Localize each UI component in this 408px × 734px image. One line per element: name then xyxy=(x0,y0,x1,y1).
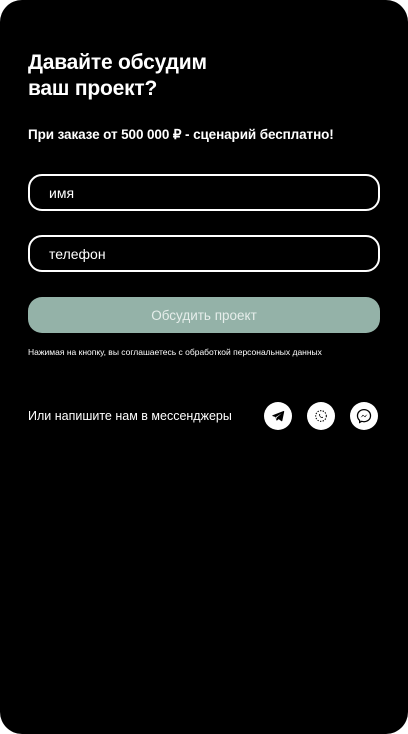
telegram-button[interactable] xyxy=(264,402,292,430)
messengers-row: Или напишите нам в мессенджеры xyxy=(28,402,380,430)
messenger-icon xyxy=(356,408,372,424)
name-input[interactable] xyxy=(28,174,380,211)
consent-text: Нажимая на кнопку, вы соглашаетесь с обр… xyxy=(28,347,322,357)
whatsapp-icon xyxy=(315,410,327,422)
discuss-project-button[interactable]: Обсудить проект xyxy=(28,297,380,333)
whatsapp-button[interactable] xyxy=(307,402,335,430)
messengers-label: Или напишите нам в мессенджеры xyxy=(28,409,232,423)
messenger-button[interactable] xyxy=(350,402,378,430)
form-title-line-1: Давайте обсудим xyxy=(28,51,207,74)
telegram-icon xyxy=(272,410,285,422)
promo-subtitle: При заказе от 500 000 ₽ - сценарий беспл… xyxy=(28,127,334,142)
contact-form-card: Давайте обсудим ваш проект? При заказе о… xyxy=(0,0,408,734)
form-title-line-2: ваш проект? xyxy=(28,77,158,100)
phone-input[interactable] xyxy=(28,235,380,272)
form-title: Давайте обсудим ваш проект? xyxy=(28,50,368,102)
